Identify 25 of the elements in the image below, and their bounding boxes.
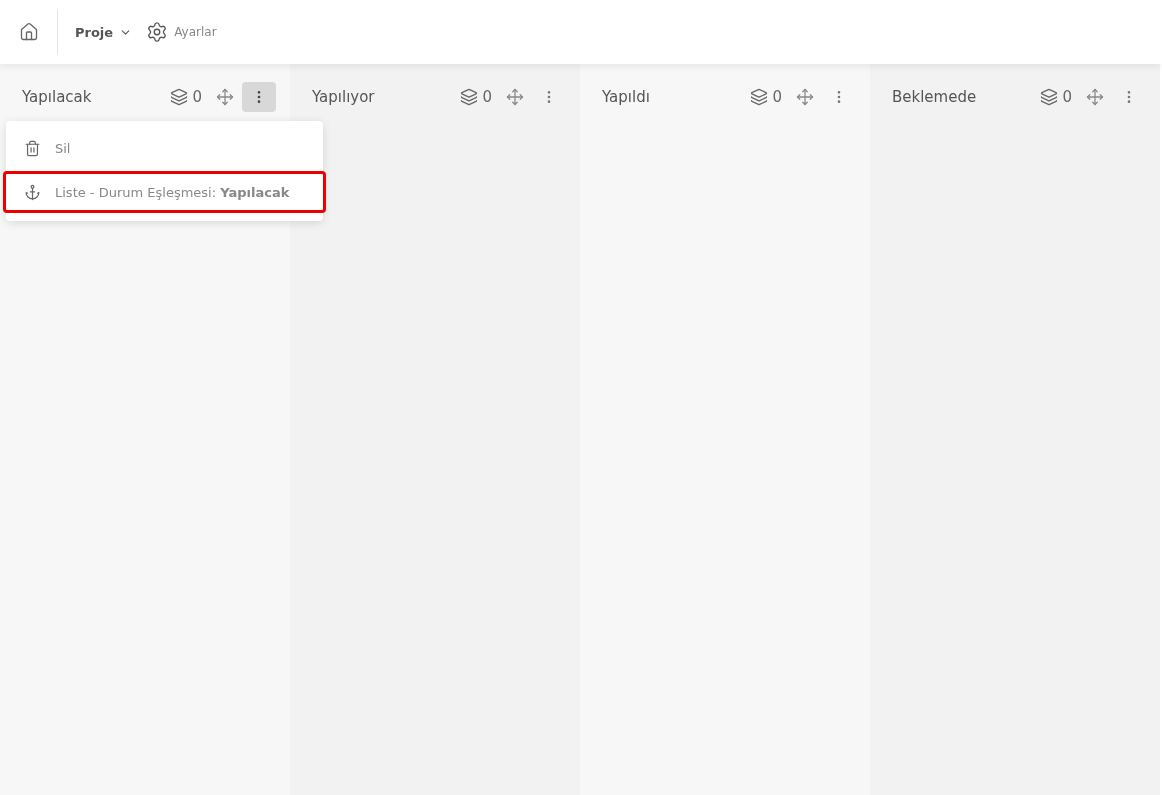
move-icon [216,88,234,106]
trash-icon [24,139,41,157]
layers-icon [460,88,479,106]
column-title: Yapılıyor [312,88,376,106]
column-title: Beklemede [892,88,978,106]
settings-icon [146,21,169,43]
menu-item[interactable]: Liste - Durum Eşleşmesi: Yapılacak [3,171,326,213]
card-count: 0 [192,88,202,106]
menu-item[interactable]: Sil [3,127,326,169]
card-count: 0 [1062,88,1072,106]
settings-button[interactable]: Ayarlar [146,21,217,43]
anchor-icon [24,183,41,201]
move-icon [506,88,524,106]
layers-icon [1040,88,1059,106]
card-count: 0 [482,88,492,106]
column-title: Yapıldı [602,88,651,106]
move-icon [1086,88,1104,106]
layers-icon [170,88,189,106]
card-count: 0 [772,88,782,106]
more-button[interactable] [242,82,276,112]
layers-icon [750,88,769,106]
column-title: Yapılacak [22,88,93,106]
move-icon [796,88,814,106]
home-icon [18,22,39,42]
project-dropdown[interactable]: Proje [75,24,133,40]
